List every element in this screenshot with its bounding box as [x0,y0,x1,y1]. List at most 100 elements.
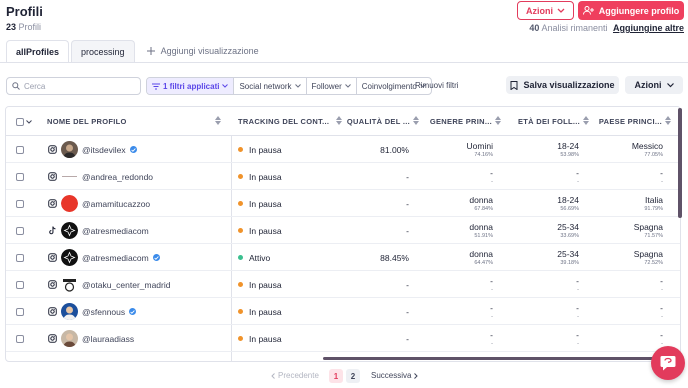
quality-cell: - [348,163,409,190]
tab-allprofiles[interactable]: allProfiles [6,40,70,62]
country-cell: -- [595,163,663,190]
table-row[interactable]: @amamitucazzoo In pausa - donna 67.84% 18-24 5… [6,190,680,217]
country-value: Messico [631,140,663,151]
profile-handle[interactable]: @sfennous [82,307,125,317]
profile-name-cell[interactable]: @sfennous [82,298,137,325]
status-dot [238,282,243,287]
table-row[interactable]: @andrea_redondo In pausa - - - - - - - [6,163,680,190]
column-header-country[interactable]: PAESE PRINCI... [595,107,677,136]
row-checkbox-cell[interactable] [16,190,24,217]
table-actions-dropdown[interactable]: Azioni [625,76,683,94]
row-checkbox-cell[interactable] [16,217,24,244]
age-value: 25-34 [557,221,579,232]
profile-handle[interactable]: @amamitucazzoo [82,199,150,209]
gender-value: donna [469,248,493,259]
search-input[interactable]: Cerca [6,77,141,95]
gender-percent: 74.16% [474,151,493,158]
add-profile-button[interactable]: Aggiungere profilo [578,1,684,20]
quality-cell: - [348,325,409,352]
next-page-button[interactable]: Successiva [371,371,419,380]
table-row[interactable]: @atresmediacom Attivo 88.45% donna 64.47% 25-… [6,244,680,271]
row-checkbox[interactable] [16,226,24,235]
horizontal-scrollbar[interactable] [323,357,654,360]
tab-processing[interactable]: processing [71,40,135,62]
chat-support-button[interactable] [651,346,685,380]
filter-social-network[interactable]: Social network [234,78,307,94]
row-checkbox[interactable] [16,334,24,343]
clear-filters-button[interactable]: Rimuovi filtri [415,81,459,90]
gender-value: - [490,167,493,178]
page-button-2[interactable]: 2 [346,369,360,383]
profile-count-number: 23 [6,22,17,32]
row-checkbox[interactable] [16,280,24,289]
profile-handle[interactable]: @andrea_redondo [82,172,153,182]
row-checkbox-cell[interactable] [16,271,24,298]
profile-handle[interactable]: @itsdevilex [82,145,126,155]
table-row[interactable]: @sfennous In pausa - - - - - - - [6,298,680,325]
row-checkbox[interactable] [16,172,24,181]
gender-cell: donna 51.91% [425,217,493,244]
previous-page-button[interactable]: Precedente [271,371,319,380]
avatar-cell [61,163,78,190]
country-cell: -- [595,325,663,352]
actions-label: Azioni [526,5,553,16]
row-checkbox-cell[interactable] [16,325,24,352]
profile-handle[interactable]: @otaku_center_madrid [82,280,170,290]
save-view-button[interactable]: Salva visualizzazione [506,76,619,94]
filter-follower[interactable]: Follower [307,78,357,94]
row-checkbox-cell[interactable] [16,244,24,271]
quality-cell: - [348,217,409,244]
remaining-count: 40 [529,23,540,33]
filters-applied-dropdown[interactable]: 1 filtri applicati [147,78,235,94]
profile-name-cell[interactable]: @andrea_redondo [82,163,153,190]
actions-dropdown-button[interactable]: Azioni [517,1,574,20]
chevron-left-icon [271,372,275,379]
column-header-profile-name[interactable]: NOME DEL PROFILO [47,107,227,136]
sort-icon [665,116,671,125]
page-button-1[interactable]: 1 [329,369,343,383]
page-title: Profili [6,4,43,19]
row-checkbox[interactable] [16,199,24,208]
column-header-tracking[interactable]: TRACKING DEL CONT... [238,107,348,136]
select-all-checkbox[interactable] [16,107,36,136]
quality-value: - [406,171,409,182]
column-header-age[interactable]: ETÀ DEI FOLL... [507,107,595,136]
quality-value: - [406,333,409,344]
table-row[interactable]: @lauraadiass In pausa - - - - - - - [6,325,680,352]
sort-icon [413,116,419,125]
avatar [61,303,78,320]
add-more-link[interactable]: Aggiungine altre [613,23,684,33]
profile-name-cell[interactable]: @otaku_center_madrid [82,271,170,298]
platform-cell [48,244,57,271]
column-header-quality[interactable]: QUALITÀ DEL ... [347,107,425,136]
quality-value: - [406,306,409,317]
profile-handle[interactable]: @lauraadiass [82,334,134,344]
profile-name-cell[interactable]: @atresmediacom [82,217,149,244]
table-row[interactable]: @atresmediacom In pausa - donna 51.91% 25-34 3… [6,217,680,244]
row-checkbox-cell[interactable] [16,163,24,190]
tracking-cell: In pausa [238,217,282,244]
table-row[interactable]: @itsdevilex In pausa 81.00% Uomini 74.16% 18-… [6,136,680,163]
row-checkbox[interactable] [16,307,24,316]
platform-cell [48,298,57,325]
age-percent: 39.18% [560,259,579,266]
row-checkbox-cell[interactable] [16,298,24,325]
vertical-scrollbar[interactable] [678,108,682,218]
profile-name-cell[interactable]: @itsdevilex [82,136,137,163]
profile-name-cell[interactable]: @lauraadiass [82,325,134,352]
row-checkbox[interactable] [16,253,24,262]
row-checkbox-cell[interactable] [16,136,24,163]
add-view-button[interactable]: Aggiungi visualizzazione [137,40,269,62]
add-view-label: Aggiungi visualizzazione [160,46,259,56]
table-row[interactable]: @otaku_center_madrid In pausa - - - - - - - [6,271,680,298]
age-percent: 56.69% [560,205,579,212]
column-header-gender[interactable]: GENERE PRIN... [425,107,507,136]
country-value: - [660,167,663,178]
profile-name-cell[interactable]: @amamitucazzoo [82,190,150,217]
profile-name-cell[interactable]: @atresmediacom [82,244,160,271]
column-header-label: TRACKING DEL CONT... [238,117,330,126]
row-checkbox[interactable] [16,145,24,154]
profile-handle[interactable]: @atresmediacom [82,226,149,236]
profile-handle[interactable]: @atresmediacom [82,253,149,263]
tracking-cell: In pausa [238,325,282,352]
